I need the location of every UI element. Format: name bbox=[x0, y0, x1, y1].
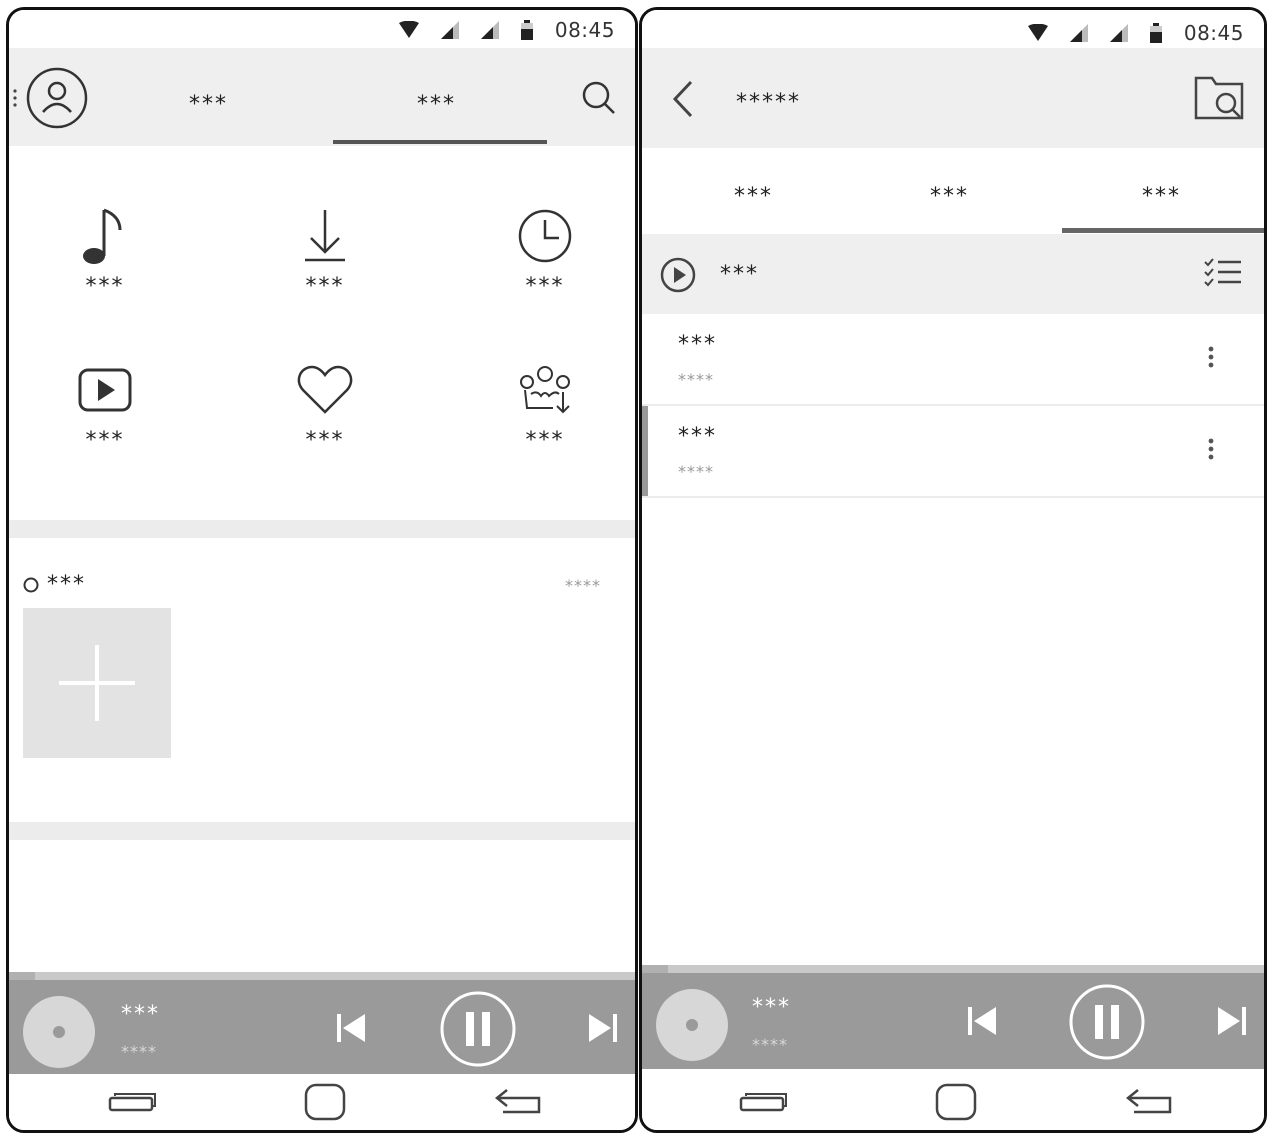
recent-apps-icon[interactable] bbox=[107, 1086, 157, 1116]
battery-icon bbox=[1149, 23, 1162, 43]
player-track-title: *** bbox=[752, 995, 791, 1020]
back-nav-icon[interactable] bbox=[1124, 1086, 1174, 1116]
playlist-title-text: *** bbox=[47, 572, 86, 597]
player-track-subtitle: **** bbox=[121, 1042, 157, 1061]
mini-player: *** **** bbox=[9, 980, 635, 1076]
playback-progress-fill bbox=[9, 972, 35, 980]
grid-item-label: *** bbox=[305, 428, 345, 453]
playlist-title: *** bbox=[23, 572, 86, 597]
next-track-icon[interactable] bbox=[1216, 1005, 1248, 1037]
play-all-bar[interactable]: *** bbox=[642, 234, 1264, 314]
add-playlist-button[interactable] bbox=[23, 608, 171, 758]
tab-3[interactable]: *** bbox=[1142, 184, 1181, 209]
status-time: 08:45 bbox=[554, 18, 615, 42]
song-subtitle: **** bbox=[678, 370, 714, 389]
section-divider bbox=[9, 822, 635, 840]
top-header: *** *** bbox=[9, 48, 635, 146]
user-avatar-icon[interactable] bbox=[25, 66, 89, 130]
grid-item-label: *** bbox=[305, 274, 345, 299]
section-divider bbox=[9, 520, 635, 538]
navigation-bar bbox=[642, 1074, 1264, 1130]
navigation-bar bbox=[9, 1074, 635, 1130]
pause-icon[interactable] bbox=[439, 990, 517, 1068]
status-bar: 08:45 bbox=[642, 10, 1264, 48]
grid-item-label: *** bbox=[85, 274, 125, 299]
signal-icon bbox=[1109, 24, 1128, 42]
heart-icon bbox=[297, 365, 353, 414]
header-tab-2[interactable]: *** bbox=[417, 92, 456, 117]
grid-item-label: *** bbox=[525, 274, 565, 299]
playback-progress[interactable] bbox=[9, 972, 635, 980]
tab-underline bbox=[1062, 228, 1264, 233]
header-tab-1[interactable]: *** bbox=[189, 92, 228, 117]
next-track-icon[interactable] bbox=[587, 1012, 619, 1044]
page-title: ***** bbox=[736, 90, 801, 115]
back-arrow-icon[interactable] bbox=[672, 80, 694, 118]
right-phone-screen: 08:45 ***** *** *** *** *** *** **** ***… bbox=[639, 7, 1267, 1133]
previous-track-icon[interactable] bbox=[966, 1005, 998, 1037]
download-icon bbox=[305, 210, 345, 262]
song-list-item[interactable]: *** **** bbox=[642, 406, 1264, 498]
play-circle-icon[interactable] bbox=[660, 257, 696, 293]
signal-icon bbox=[1069, 24, 1088, 42]
tab-underline bbox=[333, 140, 547, 144]
status-time: 08:45 bbox=[1183, 21, 1244, 45]
grid-item-label: *** bbox=[85, 428, 125, 453]
grid-item-music[interactable]: *** bbox=[35, 204, 175, 299]
status-bar: 08:45 bbox=[9, 10, 635, 48]
plus-icon bbox=[59, 645, 135, 721]
now-playing-indicator bbox=[642, 406, 648, 496]
playback-progress[interactable] bbox=[642, 965, 1264, 973]
tab-1[interactable]: *** bbox=[734, 184, 773, 209]
left-phone-screen: 08:45 *** *** *** *** *** *** *** *** **… bbox=[6, 7, 638, 1133]
song-title: *** bbox=[678, 332, 717, 357]
folder-search-icon[interactable] bbox=[1194, 74, 1246, 120]
playback-progress-fill bbox=[642, 965, 668, 973]
playlist-more-link[interactable]: **** bbox=[565, 576, 601, 595]
wifi-icon bbox=[1027, 24, 1048, 41]
top-header: ***** bbox=[642, 48, 1264, 148]
grid-item-vip[interactable]: *** bbox=[475, 358, 615, 453]
music-note-icon bbox=[83, 208, 122, 264]
more-vertical-icon[interactable] bbox=[1208, 346, 1214, 368]
tab-2[interactable]: *** bbox=[930, 184, 969, 209]
more-vertical-icon[interactable] bbox=[1208, 438, 1214, 460]
grid-item-download[interactable]: *** bbox=[255, 204, 395, 299]
wifi-icon bbox=[398, 21, 419, 38]
crown-download-icon bbox=[520, 366, 570, 414]
signal-icon bbox=[480, 21, 499, 39]
recent-apps-icon[interactable] bbox=[738, 1086, 788, 1116]
song-subtitle: **** bbox=[678, 462, 714, 481]
signal-icon bbox=[440, 21, 459, 39]
album-disc-icon[interactable] bbox=[656, 989, 728, 1061]
multi-select-list-icon[interactable] bbox=[1204, 258, 1242, 288]
search-icon[interactable] bbox=[581, 80, 617, 116]
back-nav-icon[interactable] bbox=[493, 1086, 543, 1116]
play-all-label: *** bbox=[720, 262, 759, 287]
grid-item-recent[interactable]: *** bbox=[475, 204, 615, 299]
previous-track-icon[interactable] bbox=[335, 1012, 367, 1044]
grid-item-video[interactable]: *** bbox=[35, 358, 175, 453]
clock-icon bbox=[518, 209, 572, 263]
song-list-item[interactable]: *** **** bbox=[642, 314, 1264, 406]
player-track-subtitle: **** bbox=[752, 1035, 788, 1054]
drag-dots-icon bbox=[13, 89, 17, 107]
circle-bullet-icon bbox=[23, 577, 39, 592]
battery-icon bbox=[520, 20, 533, 40]
tab-row: *** *** *** bbox=[642, 148, 1264, 234]
home-icon[interactable] bbox=[303, 1082, 347, 1122]
pause-icon[interactable] bbox=[1068, 983, 1146, 1061]
home-icon[interactable] bbox=[934, 1082, 978, 1122]
mini-player: *** **** bbox=[642, 973, 1264, 1069]
grid-item-favorites[interactable]: *** bbox=[255, 358, 395, 453]
player-track-title: *** bbox=[121, 1002, 160, 1027]
grid-item-label: *** bbox=[525, 428, 565, 453]
song-title: *** bbox=[678, 424, 717, 449]
album-disc-icon[interactable] bbox=[23, 996, 95, 1068]
video-play-icon bbox=[78, 368, 132, 412]
shortcut-grid: *** *** *** *** *** *** bbox=[9, 150, 635, 520]
